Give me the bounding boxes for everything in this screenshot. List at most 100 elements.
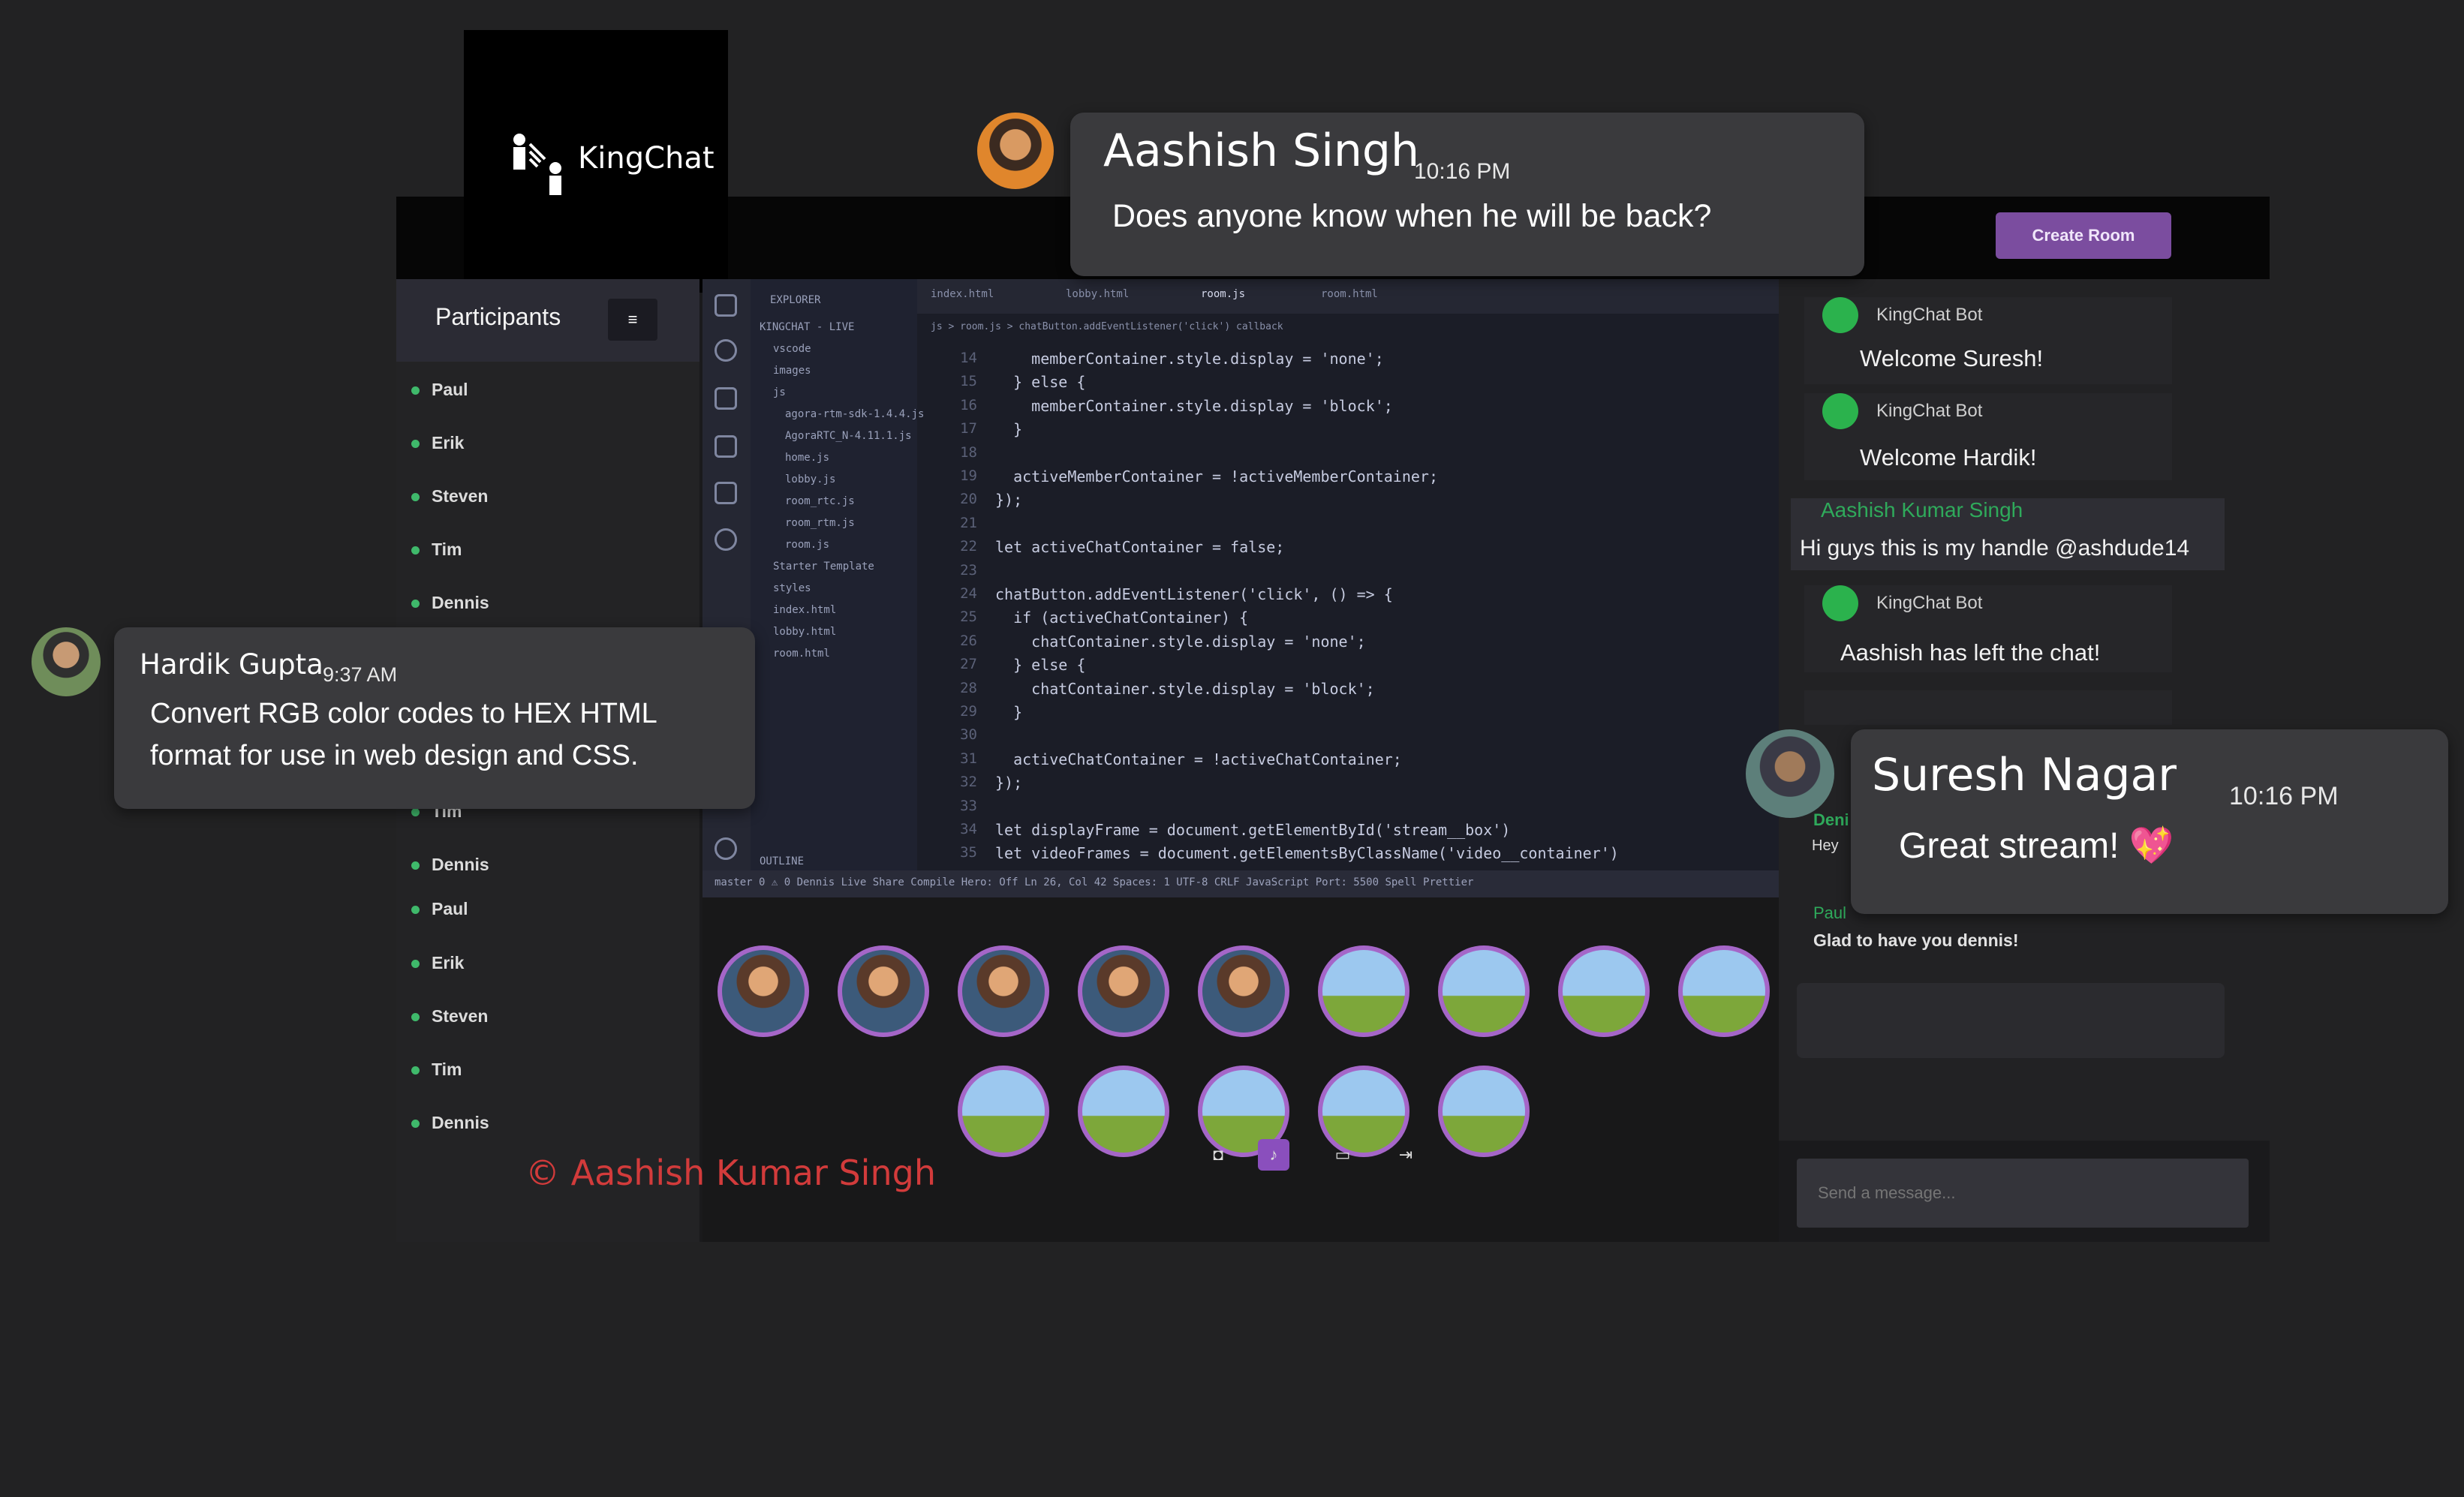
editor-tab[interactable]: lobby.html — [1066, 288, 1129, 300]
code-line[interactable]: } — [995, 703, 1022, 721]
code-line[interactable]: activeChatContainer = !activeChatContain… — [995, 750, 1402, 768]
code-line[interactable]: chatButton.addEventListener('click', () … — [995, 585, 1393, 603]
participant-item[interactable]: Paul — [411, 899, 468, 929]
explorer-item[interactable]: room_rtm.js — [785, 517, 855, 529]
code-line[interactable]: } else { — [995, 656, 1085, 674]
explorer-item[interactable]: lobby.html — [773, 626, 836, 638]
video-avatar[interactable] — [1678, 945, 1770, 1037]
video-avatar[interactable] — [1318, 945, 1410, 1037]
line-number: 34 — [960, 821, 977, 837]
participant-item[interactable]: Erik — [411, 433, 464, 463]
search-icon[interactable] — [715, 339, 737, 362]
copyright-watermark: © Aashish Kumar Singh — [525, 1153, 936, 1193]
participant-item[interactable]: Tim — [411, 540, 462, 570]
outline-label[interactable]: OUTLINE — [760, 855, 804, 867]
chat-message-text: Hi guys this is my handle @ashdude14 — [1800, 536, 2190, 561]
code-line[interactable]: let displayFrame = document.getElementBy… — [995, 821, 1510, 839]
participant-item[interactable]: Dennis — [411, 593, 489, 623]
chat-message-text: Welcome Suresh! — [1860, 345, 2044, 371]
line-number: 16 — [960, 396, 977, 413]
code-line[interactable]: }); — [995, 774, 1022, 792]
chat-message-author: KingChat Bot — [1876, 401, 1983, 421]
create-room-button[interactable]: Create Room — [1996, 212, 2171, 259]
explorer-item[interactable]: KINGCHAT - LIVE — [760, 321, 854, 333]
code-line[interactable]: if (activeChatContainer) { — [995, 609, 1248, 627]
chat-compose-area[interactable] — [1797, 983, 2225, 1058]
menu-icon[interactable]: ≡ — [608, 299, 657, 341]
files-icon[interactable] — [715, 294, 737, 317]
editor-tab[interactable]: index.html — [931, 288, 994, 300]
explorer-item[interactable]: AgoraRTC_N-4.11.1.js — [785, 430, 912, 442]
editor-tab[interactable]: room.html — [1321, 288, 1378, 300]
line-number: 17 — [960, 420, 977, 437]
settings-icon[interactable] — [715, 837, 737, 860]
line-number: 35 — [960, 844, 977, 861]
explorer-item[interactable]: images — [773, 365, 811, 377]
participant-item[interactable]: Dennis — [411, 1113, 489, 1143]
chat-message-text: Glad to have you dennis! — [1813, 930, 2019, 950]
screen-share-icon[interactable]: ▭ — [1327, 1139, 1358, 1171]
explorer-item[interactable]: index.html — [773, 604, 836, 616]
explorer-item[interactable]: Starter Template — [773, 561, 874, 573]
video-avatar[interactable] — [958, 1066, 1049, 1157]
explorer-item[interactable]: home.js — [785, 452, 829, 464]
remote-icon[interactable] — [715, 528, 737, 551]
line-number: 25 — [960, 609, 977, 626]
code-line[interactable]: }); — [995, 491, 1022, 509]
participants-title: Participants — [435, 303, 561, 330]
video-avatar[interactable] — [958, 945, 1049, 1037]
extensions-icon[interactable] — [715, 482, 737, 504]
explorer-item[interactable]: js — [773, 386, 786, 398]
chat-message — [1804, 690, 2172, 725]
video-avatar[interactable] — [1198, 945, 1289, 1037]
participant-item[interactable]: Steven — [411, 486, 488, 516]
mic-icon[interactable]: ♪ — [1258, 1139, 1289, 1171]
video-avatar[interactable] — [838, 945, 929, 1037]
video-avatar[interactable] — [1438, 1066, 1530, 1157]
code-line[interactable]: let videoFrames = document.getElementsBy… — [995, 844, 1619, 862]
leave-icon[interactable]: ⇥ — [1390, 1139, 1422, 1171]
bubble-text: format for use in web design and CSS. — [150, 740, 639, 771]
participant-item[interactable]: Steven — [411, 1006, 488, 1036]
explorer-item[interactable]: vscode — [773, 343, 811, 355]
code-line[interactable]: memberContainer.style.display = 'none'; — [995, 350, 1384, 368]
explorer-item[interactable]: styles — [773, 582, 811, 594]
online-dot-icon — [411, 600, 420, 609]
line-number: 26 — [960, 632, 977, 649]
bubble-time: 10:16 PM — [2229, 782, 2339, 810]
code-line[interactable]: } — [995, 420, 1022, 438]
code-line[interactable]: memberContainer.style.display = 'block'; — [995, 397, 1393, 415]
video-avatar[interactable] — [1078, 1066, 1169, 1157]
explorer-item[interactable]: room.html — [773, 648, 830, 660]
explorer-item[interactable]: room.js — [785, 539, 829, 551]
code-line[interactable]: } else { — [995, 373, 1085, 391]
participant-item[interactable]: Dennis — [411, 855, 489, 885]
avatar — [977, 113, 1054, 189]
online-dot-icon — [411, 960, 420, 969]
chat-message-author: Aashish Kumar Singh — [1821, 498, 2023, 522]
avatar — [1746, 729, 1834, 818]
line-number: 30 — [960, 726, 977, 744]
video-avatar[interactable] — [1438, 945, 1530, 1037]
code-line[interactable]: activeMemberContainer = !activeMemberCon… — [995, 467, 1438, 485]
explorer-item[interactable]: agora-rtm-sdk-1.4.4.js — [785, 408, 924, 420]
chat-message-author: KingChat Bot — [1876, 593, 1983, 613]
run-debug-icon[interactable] — [715, 435, 737, 458]
explorer-item[interactable]: room_rtc.js — [785, 495, 855, 507]
editor-tab-active[interactable]: room.js — [1201, 288, 1245, 300]
code-line[interactable]: chatContainer.style.display = 'none'; — [995, 633, 1366, 651]
video-avatar[interactable] — [718, 945, 809, 1037]
code-line[interactable]: chatContainer.style.display = 'block'; — [995, 680, 1375, 698]
participant-item[interactable]: Tim — [411, 1060, 462, 1090]
source-control-icon[interactable] — [715, 387, 737, 410]
participant-item[interactable]: Erik — [411, 953, 464, 983]
code-line[interactable]: let activeChatContainer = false; — [995, 538, 1284, 556]
participant-item[interactable]: Paul — [411, 380, 468, 410]
online-dot-icon — [411, 861, 420, 870]
camera-icon[interactable]: ◘ — [1202, 1139, 1234, 1171]
send-message-input[interactable] — [1797, 1159, 2249, 1228]
explorer-item[interactable]: lobby.js — [785, 473, 835, 485]
video-avatar[interactable] — [1078, 945, 1169, 1037]
online-dot-icon — [411, 440, 420, 449]
video-avatar[interactable] — [1558, 945, 1650, 1037]
